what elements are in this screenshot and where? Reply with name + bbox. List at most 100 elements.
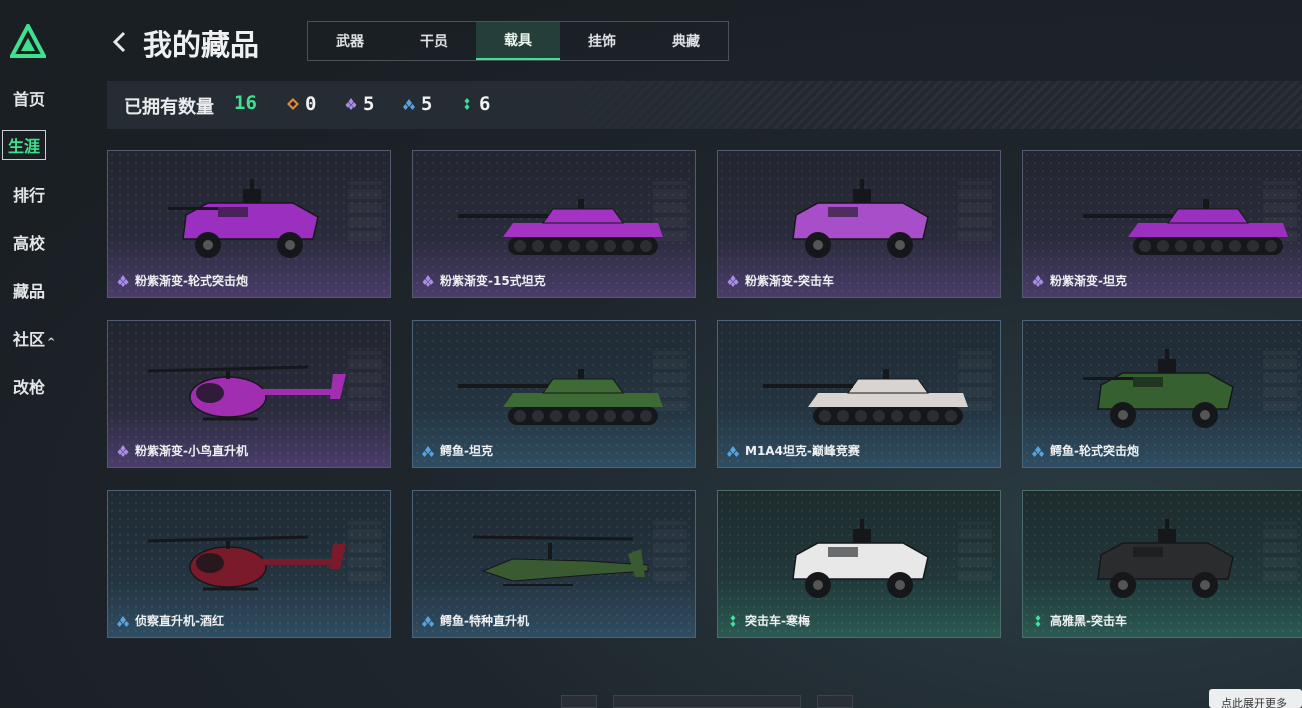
- vehicle-card[interactable]: 侦察直升机-酒红: [107, 490, 391, 638]
- vehicle-card[interactable]: 粉紫渐变-突击车: [717, 150, 1001, 298]
- card-name: 粉紫渐变-坦克: [1050, 274, 1127, 288]
- card-label: 突击车-寒梅: [727, 612, 810, 629]
- card-label: 粉紫渐变-坦克: [1032, 272, 1127, 289]
- sidebar-item-ranking[interactable]: 排行: [13, 182, 45, 206]
- rarity-blue-stat: 5: [403, 93, 432, 115]
- tank-icon: [458, 199, 663, 255]
- card-name: 突击车-寒梅: [745, 614, 810, 628]
- vehicle-card[interactable]: 粉紫渐变-坦克: [1022, 150, 1302, 298]
- sidebar-item-label: 生涯: [8, 137, 41, 156]
- card-name: 鳄鱼-坦克: [440, 444, 493, 458]
- card-label: 鳄鱼-轮式突击炮: [1032, 442, 1139, 459]
- tank-icon: [458, 369, 663, 425]
- vehicle-card[interactable]: 高雅黑-突击车: [1022, 490, 1302, 638]
- rarity-green-stat: 6: [461, 93, 490, 115]
- card-label: 高雅黑-突击车: [1032, 612, 1127, 629]
- diamond-purple-icon: [117, 274, 129, 287]
- sidebar-item-label: 首页: [13, 90, 46, 109]
- diamond-green-icon: [1035, 614, 1041, 627]
- armored-car-icon: [792, 179, 929, 258]
- diamond-green-icon: [730, 614, 736, 627]
- page-indicator: [613, 695, 801, 708]
- card-name: 侦察直升机-酒红: [135, 614, 224, 628]
- caret-up-icon: ^: [47, 337, 56, 348]
- vehicle-card[interactable]: 粉紫渐变-15式坦克: [412, 150, 696, 298]
- tank-icon: [1083, 199, 1288, 255]
- helicopter-icon: [147, 365, 346, 421]
- card-name: 高雅黑-突击车: [1050, 614, 1127, 628]
- card-label: M1A4坦克-巅峰竞赛: [727, 442, 860, 459]
- card-label: 粉紫渐变-轮式突击炮: [117, 272, 248, 289]
- diamond-blue-icon: [1032, 445, 1044, 457]
- card-name: M1A4坦克-巅峰竞赛: [745, 444, 860, 458]
- tab-vehicles[interactable]: 载具: [476, 22, 560, 60]
- vehicle-card[interactable]: 粉紫渐变-小鸟直升机: [107, 320, 391, 468]
- rarity-count: 0: [305, 93, 317, 115]
- sidebar-item-label: 改枪: [13, 378, 46, 397]
- rarity-orange-stat: 0: [287, 93, 316, 115]
- diamond-purple-icon: [117, 444, 129, 457]
- card-name: 鳄鱼-轮式突击炮: [1050, 444, 1139, 458]
- tab-collectibles[interactable]: 典藏: [644, 22, 728, 60]
- card-name: 粉紫渐变-突击车: [745, 274, 834, 288]
- sidebar-item-gunsmith[interactable]: 改枪: [13, 374, 45, 398]
- card-label: 侦察直升机-酒红: [117, 612, 224, 629]
- vehicle-card[interactable]: 鳄鱼-坦克: [412, 320, 696, 468]
- vehicle-card[interactable]: 鳄鱼-轮式突击炮: [1022, 320, 1302, 468]
- rarity-count: 6: [479, 93, 491, 115]
- diamond-blue-icon: [403, 99, 415, 110]
- vehicle-card[interactable]: 鳄鱼-特种直升机: [412, 490, 696, 638]
- diamond-purple-icon: [1032, 274, 1044, 287]
- sidebar-item-university[interactable]: 高校: [13, 230, 45, 254]
- diamond-blue-icon: [117, 615, 129, 627]
- card-label: 粉紫渐变-小鸟直升机: [117, 442, 248, 459]
- diamond-blue-icon: [727, 445, 739, 457]
- sidebar-item-label: 藏品: [13, 282, 46, 301]
- attack-helicopter-icon: [472, 535, 649, 586]
- armored-car-icon: [168, 179, 319, 258]
- card-name: 粉紫渐变-小鸟直升机: [135, 444, 248, 458]
- sidebar-item-career[interactable]: 生涯: [2, 130, 47, 160]
- armored-car-icon: [1097, 519, 1234, 598]
- vehicle-card[interactable]: 粉紫渐变-轮式突击炮: [107, 150, 391, 298]
- card-label: 粉紫渐变-突击车: [727, 272, 834, 289]
- diamond-orange-icon: [287, 98, 299, 110]
- next-page-button[interactable]: [817, 695, 853, 708]
- tab-charms[interactable]: 挂饰: [560, 22, 644, 60]
- tab-operators[interactable]: 干员: [392, 22, 476, 60]
- ownership-stats-bar: 已拥有数量 16 0 5 5 6: [107, 81, 1302, 129]
- card-name: 粉紫渐变-轮式突击炮: [135, 274, 248, 288]
- tab-weapons[interactable]: 武器: [308, 22, 392, 60]
- sidebar-item-home[interactable]: 首页: [13, 86, 45, 110]
- sidebar-item-label: 高校: [13, 234, 46, 253]
- card-label: 鳄鱼-坦克: [422, 442, 493, 459]
- sidebar-item-community[interactable]: 社区 ^: [13, 326, 55, 350]
- armored-car-icon: [792, 519, 929, 598]
- prev-page-button[interactable]: [561, 695, 597, 708]
- rarity-count: 5: [363, 93, 375, 115]
- card-name: 鳄鱼-特种直升机: [440, 614, 529, 628]
- diamond-blue-icon: [422, 445, 434, 457]
- diamond-purple-icon: [345, 98, 357, 110]
- vehicle-card[interactable]: 突击车-寒梅: [717, 490, 1001, 638]
- tank-icon: [763, 369, 968, 425]
- rarity-count: 5: [421, 93, 433, 115]
- diamond-purple-icon: [422, 274, 434, 287]
- sidebar-item-label: 排行: [13, 186, 46, 205]
- card-label: 粉紫渐变-15式坦克: [422, 272, 546, 289]
- expand-more-tooltip[interactable]: 点此展开更多: [1209, 689, 1302, 708]
- logo-icon[interactable]: [10, 24, 46, 58]
- sidebar-item-label: 社区: [13, 330, 46, 349]
- vehicle-card[interactable]: M1A4坦克-巅峰竞赛: [717, 320, 1001, 468]
- owned-count-value: 16: [234, 92, 257, 114]
- diamond-green-icon: [464, 98, 470, 110]
- owned-count-label: 已拥有数量: [124, 97, 214, 118]
- armored-car-icon: [1083, 349, 1234, 428]
- diamond-blue-icon: [422, 615, 434, 627]
- diamond-purple-icon: [727, 274, 739, 287]
- rarity-purple-stat: 5: [345, 93, 374, 115]
- category-tabs: 武器 干员 载具 挂饰 典藏: [307, 21, 729, 61]
- sidebar-item-collection[interactable]: 藏品: [13, 278, 45, 302]
- card-name: 粉紫渐变-15式坦克: [440, 274, 546, 288]
- chevron-left-icon[interactable]: [111, 30, 127, 54]
